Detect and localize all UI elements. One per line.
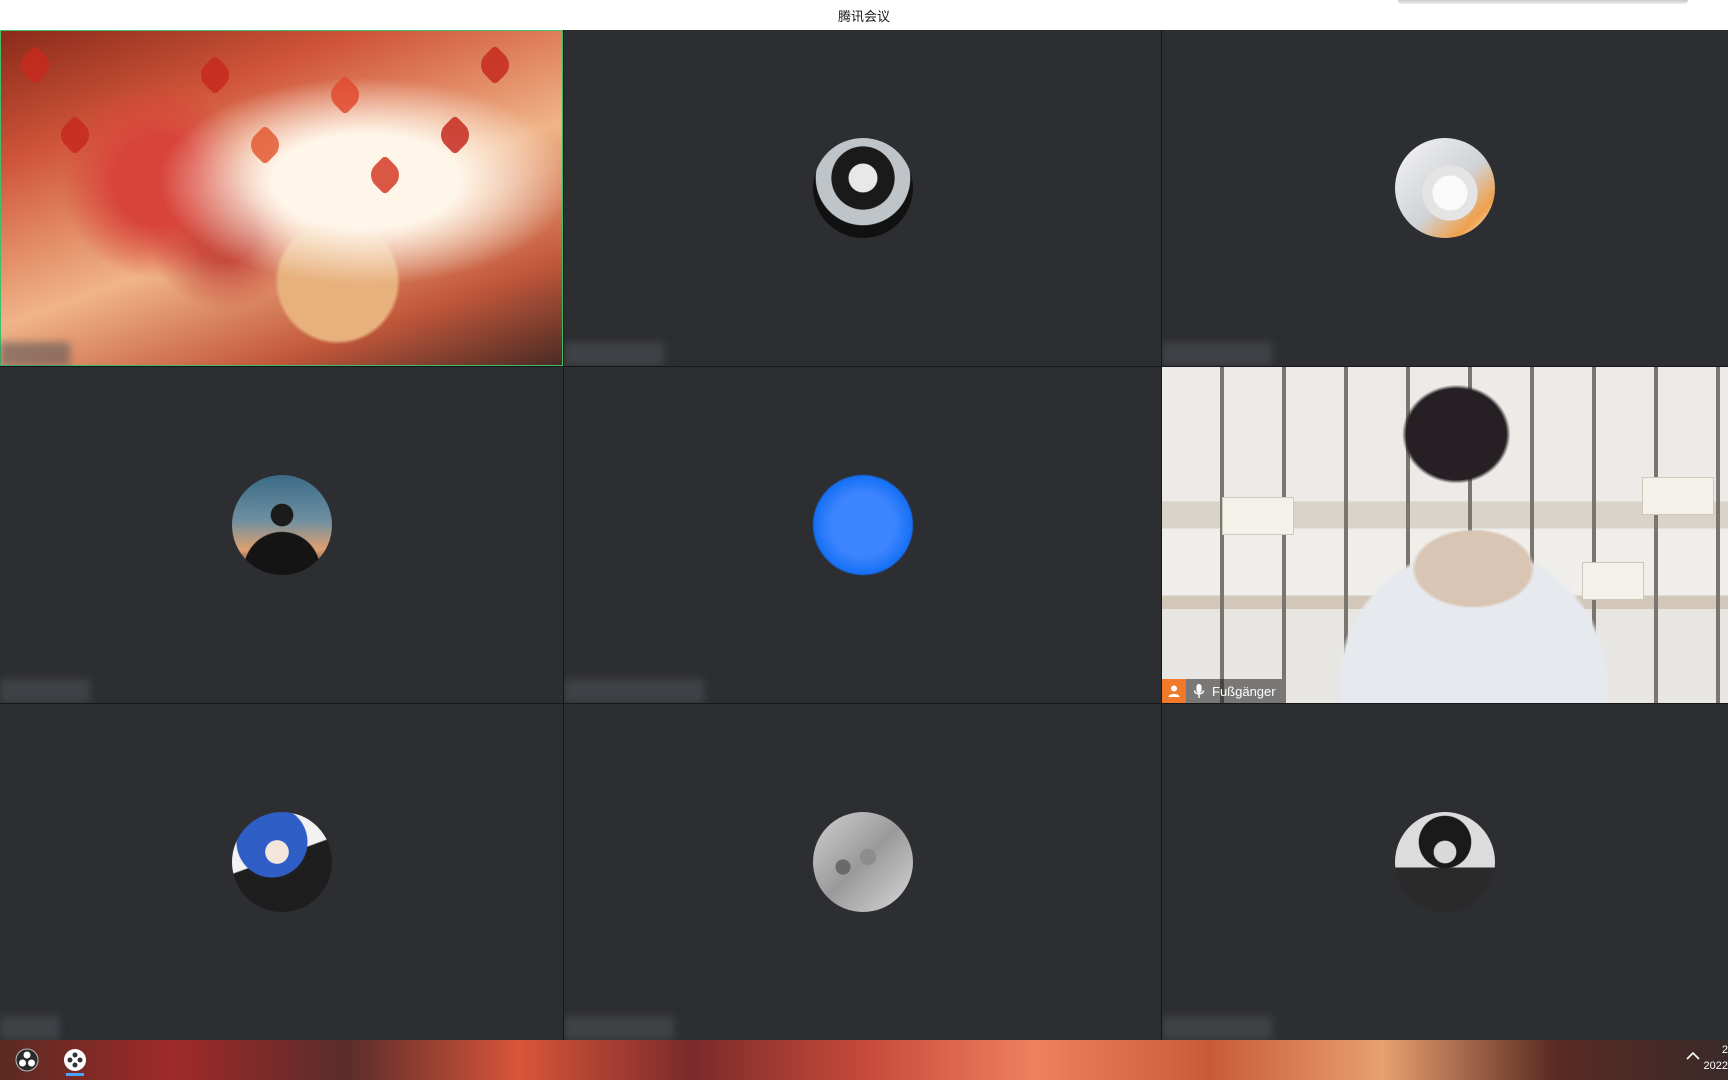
participant-tile-7[interactable] xyxy=(0,704,563,1040)
name-label xyxy=(1162,1016,1272,1040)
name-label xyxy=(0,1016,60,1040)
tray-up-icon[interactable] xyxy=(1686,1048,1700,1066)
avatar xyxy=(1395,138,1495,238)
participant-tile-1[interactable] xyxy=(0,30,563,366)
avatar xyxy=(231,812,332,912)
active-indicator xyxy=(66,1073,84,1076)
meeting-app-icon[interactable] xyxy=(58,1044,92,1076)
name-label xyxy=(564,679,704,703)
title-bar: 腾讯会议 xyxy=(0,0,1728,31)
participant-name-label: Fußgänger xyxy=(1162,679,1282,703)
host-icon xyxy=(1162,679,1186,703)
window-title: 腾讯会议 xyxy=(837,9,890,25)
obs-icon[interactable] xyxy=(10,1044,44,1076)
participant-tile-5[interactable] xyxy=(564,367,1161,703)
name-label xyxy=(564,1016,674,1040)
participant-tile-6-video[interactable]: Fußgänger xyxy=(1162,367,1728,703)
name-label xyxy=(1162,342,1272,366)
name-label xyxy=(564,342,664,366)
avatar xyxy=(231,475,332,575)
camera-video xyxy=(1162,367,1728,703)
mic-icon xyxy=(1190,683,1208,699)
taskbar: 2 2022 xyxy=(0,1040,1728,1080)
participant-tile-8[interactable] xyxy=(564,704,1161,1040)
participant-tile-2[interactable] xyxy=(564,30,1161,366)
clock-time: 2 xyxy=(1721,1044,1728,1056)
participant-grid: Fußgänger xyxy=(0,30,1728,1040)
name-label xyxy=(0,342,70,366)
shared-artwork xyxy=(0,30,563,366)
title-bar-panel xyxy=(1398,0,1688,4)
name-label xyxy=(0,679,90,703)
clock-date: 2022 xyxy=(1703,1060,1728,1072)
avatar xyxy=(1395,812,1495,912)
participant-tile-9[interactable] xyxy=(1162,704,1728,1040)
avatar xyxy=(812,475,913,575)
participant-tile-3[interactable] xyxy=(1162,30,1728,366)
participant-tile-4[interactable] xyxy=(0,367,563,703)
participant-name: Fußgänger xyxy=(1212,683,1276,699)
avatar xyxy=(812,812,913,912)
system-clock[interactable]: 2 2022 xyxy=(1702,1042,1728,1074)
avatar xyxy=(812,138,913,238)
